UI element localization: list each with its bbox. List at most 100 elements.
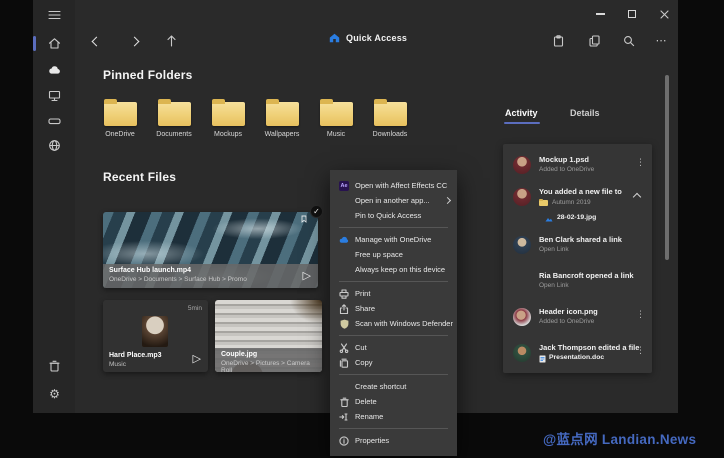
collapse-chevron-icon[interactable] bbox=[633, 193, 641, 201]
folder-documents[interactable]: Documents bbox=[151, 102, 197, 138]
menu-item-cut[interactable]: Cut bbox=[330, 340, 457, 355]
address-location[interactable]: Quick Access bbox=[329, 33, 407, 43]
back-chevron-icon bbox=[91, 36, 101, 46]
activity-row[interactable]: You added a new file to Autumn 2019 28-0… bbox=[503, 180, 652, 230]
file-path: OneDrive > Pictures > Camera Roll bbox=[221, 360, 316, 374]
menu-item-open-in-another-app[interactable]: Open in another app... bbox=[330, 193, 457, 208]
folder-wallpapers[interactable]: Wallpapers bbox=[259, 102, 305, 138]
play-icon[interactable]: ▷ bbox=[303, 271, 311, 282]
folder-label: Downloads bbox=[367, 131, 413, 138]
folder-label: Mockups bbox=[205, 131, 251, 138]
info-icon bbox=[339, 436, 349, 446]
file-path: OneDrive > Documents > Surface Hub > Pro… bbox=[109, 276, 312, 283]
trash-icon bbox=[49, 360, 60, 372]
menu-item-manage-with-onedrive[interactable]: Manage with OneDrive bbox=[330, 232, 457, 247]
trash-icon bbox=[340, 397, 349, 407]
activity-row[interactable]: Mockup 1.psd Added to OneDrive ⋮ bbox=[503, 144, 652, 180]
up-button[interactable] bbox=[161, 31, 181, 51]
folder-icon bbox=[212, 102, 245, 126]
copy-page-button[interactable] bbox=[584, 31, 604, 51]
activity-row[interactable]: Ria Bancroft opened a link Open Link bbox=[503, 268, 652, 304]
sidebar-item-recycle-bin[interactable] bbox=[47, 358, 62, 373]
minimize-button[interactable] bbox=[593, 7, 607, 21]
menu-separator bbox=[339, 335, 448, 336]
sidebar-item-this-pc[interactable] bbox=[47, 88, 62, 103]
folder-music[interactable]: Music bbox=[313, 102, 359, 138]
close-button[interactable] bbox=[657, 7, 671, 21]
menu-item-scan-with-defender[interactable]: Scan with Windows Defender bbox=[330, 316, 457, 331]
sidebar-item-home[interactable] bbox=[47, 36, 62, 51]
screenshot-stage: ⚙ Quick bbox=[0, 0, 724, 458]
folder-icon bbox=[158, 102, 191, 126]
folder-onedrive[interactable]: OneDrive bbox=[97, 102, 143, 138]
recent-files-heading: Recent Files bbox=[103, 170, 176, 184]
menu-item-label: Copy bbox=[355, 358, 373, 367]
row-more-icon[interactable]: ⋮ bbox=[636, 158, 645, 167]
activity-feed-panel: Mockup 1.psd Added to OneDrive ⋮ You add… bbox=[503, 144, 652, 373]
sidebar-item-onedrive[interactable] bbox=[47, 62, 62, 77]
active-tab-underline bbox=[504, 122, 540, 124]
printer-icon bbox=[339, 289, 349, 299]
activity-child-file[interactable]: 28-02-19.jpg bbox=[557, 214, 596, 221]
file-name: Surface Hub launch.mp4 bbox=[109, 267, 312, 274]
back-button[interactable] bbox=[86, 31, 106, 51]
folder-mockups[interactable]: Mockups bbox=[205, 102, 251, 138]
menu-item-copy[interactable]: Copy bbox=[330, 355, 457, 370]
row-more-icon[interactable]: ⋮ bbox=[636, 346, 645, 355]
menu-item-always-keep-on-device[interactable]: Always keep on this device bbox=[330, 262, 457, 277]
clipboard-icon bbox=[553, 35, 564, 47]
selected-check-icon[interactable]: ✓ bbox=[310, 205, 323, 218]
forward-button[interactable] bbox=[124, 31, 144, 51]
menu-item-free-up-space[interactable]: Free up space bbox=[330, 247, 457, 262]
menu-separator bbox=[339, 281, 448, 282]
folder-label: Music bbox=[313, 131, 359, 138]
search-button[interactable] bbox=[619, 31, 639, 51]
play-icon[interactable]: ▷ bbox=[193, 354, 201, 365]
more-button[interactable]: ⋯ bbox=[651, 31, 671, 51]
sidebar-item-drive[interactable] bbox=[47, 114, 62, 129]
maximize-button[interactable] bbox=[625, 7, 639, 21]
menu-item-properties[interactable]: Properties bbox=[330, 433, 457, 448]
file-name: Couple.jpg bbox=[221, 351, 316, 358]
menu-item-create-shortcut[interactable]: Create shortcut bbox=[330, 379, 457, 394]
document-file-icon bbox=[539, 355, 546, 363]
avatar bbox=[513, 156, 531, 174]
file-card-music[interactable]: 5min Hard Place.mp3 Music ▷ bbox=[103, 300, 208, 372]
menu-item-print[interactable]: Print bbox=[330, 286, 457, 301]
activity-row[interactable]: Ben Clark shared a link Open Link bbox=[503, 232, 652, 268]
activity-subtitle[interactable]: Open Link bbox=[539, 246, 569, 253]
activity-subtitle[interactable]: Presentation.doc bbox=[549, 354, 604, 361]
row-more-icon[interactable]: ⋮ bbox=[636, 310, 645, 319]
menu-item-label: Always keep on this device bbox=[355, 265, 445, 274]
rename-icon bbox=[339, 413, 350, 421]
folder-label: OneDrive bbox=[97, 131, 143, 138]
folder-downloads[interactable]: Downloads bbox=[367, 102, 413, 138]
activity-row[interactable]: Jack Thompson edited a file Presentation… bbox=[503, 340, 652, 376]
forward-chevron-icon bbox=[129, 36, 139, 46]
folder-icon bbox=[374, 102, 407, 126]
file-card-video[interactable]: Surface Hub launch.mp4 OneDrive > Docume… bbox=[103, 212, 318, 288]
avatar bbox=[513, 308, 531, 326]
activity-title: Ria Bancroft opened a link bbox=[539, 271, 634, 280]
tab-details[interactable]: Details bbox=[570, 108, 600, 118]
tab-activity[interactable]: Activity bbox=[505, 108, 538, 118]
sidebar-item-settings[interactable]: ⚙ bbox=[47, 386, 62, 401]
menu-button[interactable] bbox=[47, 7, 62, 22]
vertical-scrollbar[interactable] bbox=[665, 75, 669, 260]
file-card-photo[interactable]: Couple.jpg OneDrive > Pictures > Camera … bbox=[215, 300, 322, 372]
menu-item-delete[interactable]: Delete bbox=[330, 394, 457, 409]
activity-subtitle[interactable]: Open Link bbox=[539, 282, 569, 289]
clipboard-button[interactable] bbox=[548, 31, 568, 51]
menu-item-open-with[interactable]: Ae Open with Affect Effects CC bbox=[330, 178, 457, 193]
sidebar-item-network[interactable] bbox=[47, 138, 62, 153]
menu-item-label: Free up space bbox=[355, 250, 403, 259]
activity-row[interactable]: Header icon.png Added to OneDrive ⋮ bbox=[503, 304, 652, 340]
bookmark-icon bbox=[301, 215, 307, 223]
search-icon bbox=[623, 35, 635, 47]
sidebar: ⚙ bbox=[33, 0, 75, 413]
menu-item-rename[interactable]: Rename bbox=[330, 409, 457, 424]
menu-item-pin-to-quick-access[interactable]: Pin to Quick Access bbox=[330, 208, 457, 223]
menu-item-share[interactable]: Share bbox=[330, 301, 457, 316]
pinned-folders-heading: Pinned Folders bbox=[103, 68, 192, 82]
folder-label: Documents bbox=[151, 131, 197, 138]
